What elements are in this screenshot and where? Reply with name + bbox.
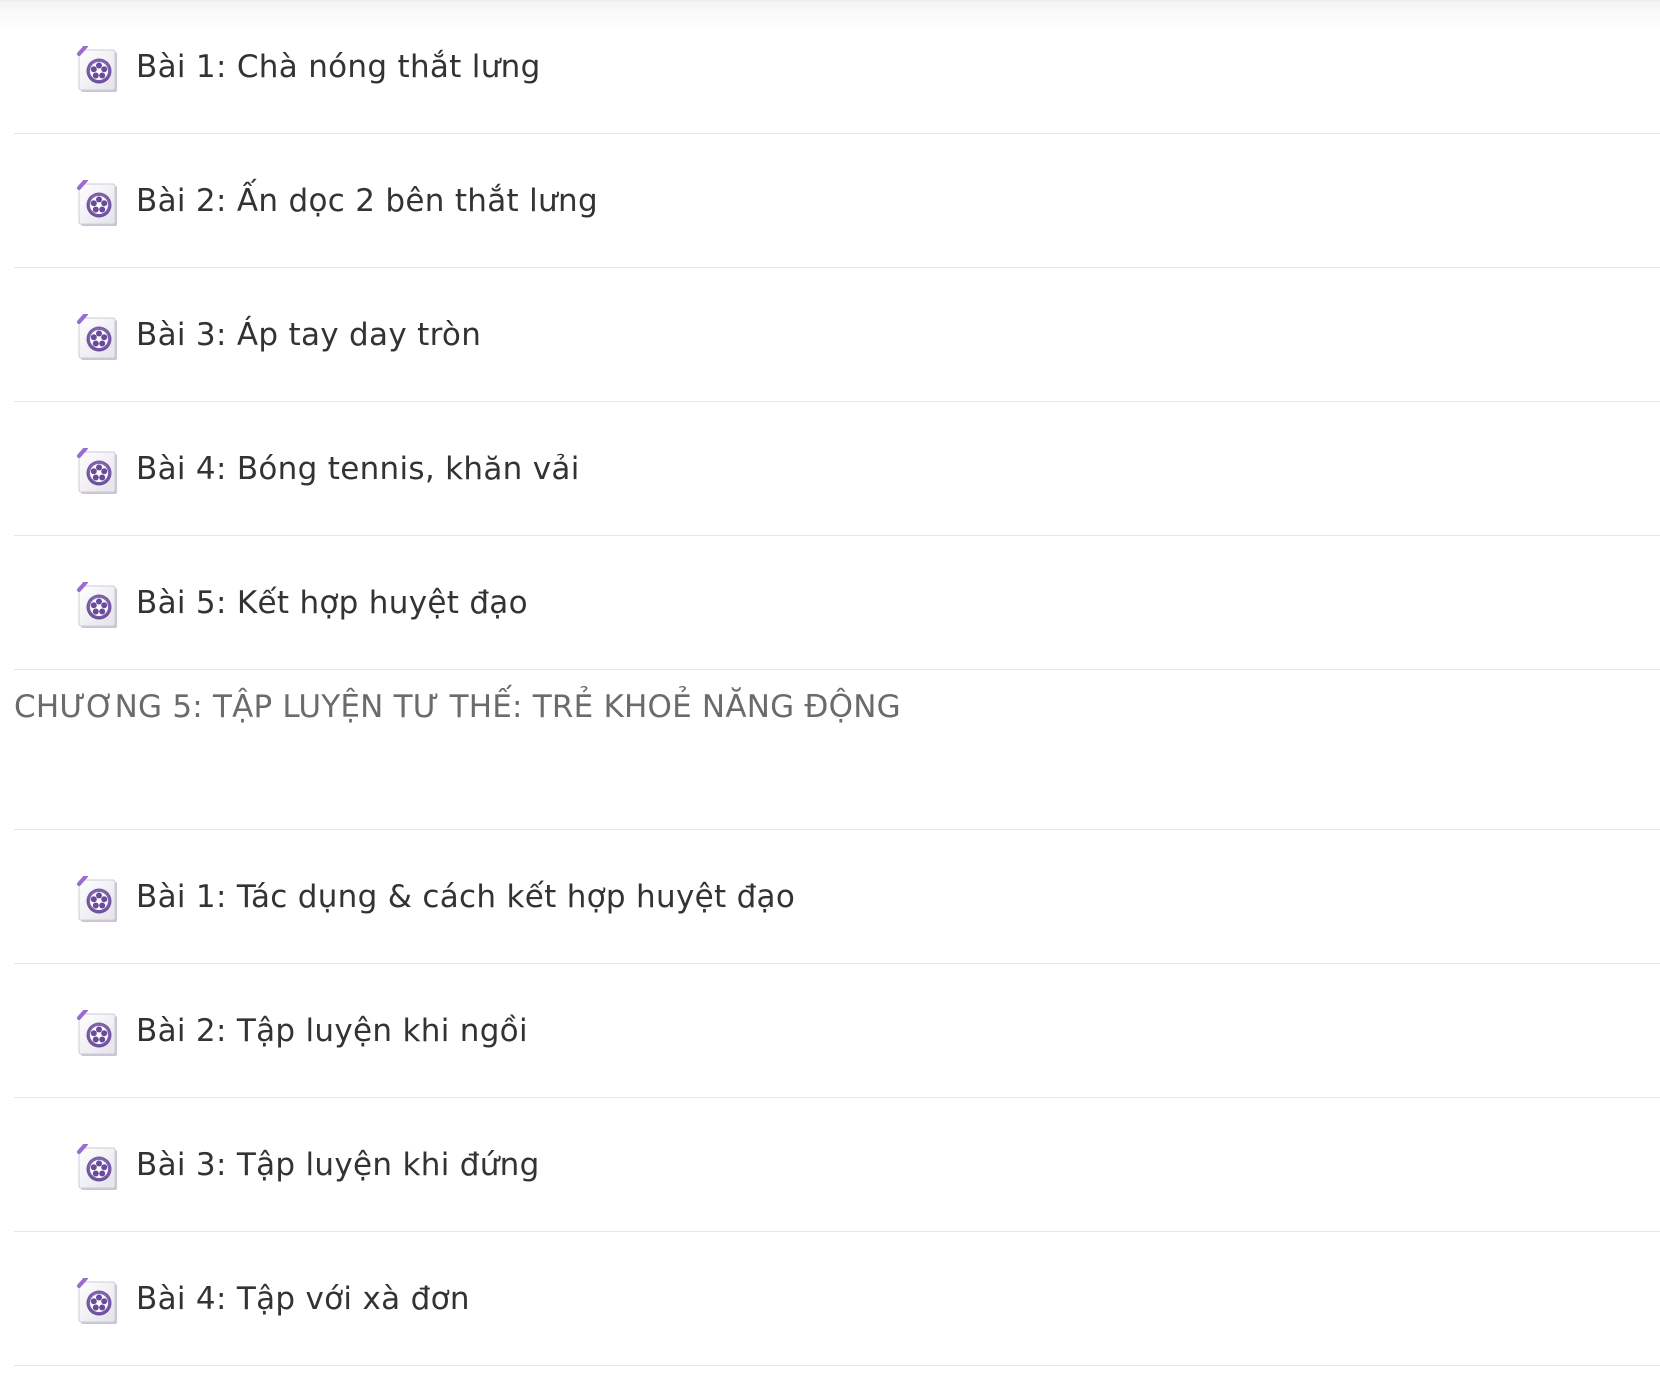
video-icon bbox=[76, 44, 122, 96]
lesson-item[interactable]: Bài 1: Chà nóng thắt lưng bbox=[14, 0, 1660, 134]
lesson-item[interactable]: Bài 2: Tập luyện khi ngồi bbox=[14, 964, 1660, 1098]
lesson-item[interactable]: Bài 5: Kết hợp huyệt đạo bbox=[14, 536, 1660, 670]
video-icon bbox=[76, 178, 122, 230]
video-icon bbox=[76, 1276, 122, 1328]
lesson-title[interactable]: Bài 5: Kết hợp huyệt đạo bbox=[136, 583, 528, 623]
course-curriculum: Bài 1: Chà nóng thắt lưng Bài 2: Ấn dọc … bbox=[14, 0, 1660, 1366]
lesson-item[interactable]: Bài 2: Ấn dọc 2 bên thắt lưng bbox=[14, 134, 1660, 268]
chapter-header[interactable]: CHƯƠNG 5: TẬP LUYỆN TƯ THẾ: TRẺ KHOẺ NĂN… bbox=[14, 670, 1660, 830]
lesson-item[interactable]: Bài 4: Tập với xà đơn bbox=[14, 1232, 1660, 1366]
video-icon bbox=[76, 312, 122, 364]
video-icon bbox=[76, 446, 122, 498]
lesson-title[interactable]: Bài 2: Ấn dọc 2 bên thắt lưng bbox=[136, 181, 598, 221]
lesson-title[interactable]: Bài 2: Tập luyện khi ngồi bbox=[136, 1011, 528, 1051]
lesson-item[interactable]: Bài 3: Tập luyện khi đứng bbox=[14, 1098, 1660, 1232]
video-icon bbox=[76, 874, 122, 926]
video-icon bbox=[76, 1008, 122, 1060]
lesson-item[interactable]: Bài 4: Bóng tennis, khăn vải bbox=[14, 402, 1660, 536]
lesson-title[interactable]: Bài 1: Tác dụng & cách kết hợp huyệt đạo bbox=[136, 877, 795, 917]
chapter-title: CHƯƠNG 5: TẬP LUYỆN TƯ THẾ: TRẺ KHOẺ NĂN… bbox=[14, 689, 901, 725]
video-icon bbox=[76, 580, 122, 632]
lesson-title[interactable]: Bài 4: Bóng tennis, khăn vải bbox=[136, 449, 580, 489]
video-icon bbox=[76, 1142, 122, 1194]
lesson-item[interactable]: Bài 3: Áp tay day tròn bbox=[14, 268, 1660, 402]
lesson-title[interactable]: Bài 1: Chà nóng thắt lưng bbox=[136, 47, 541, 87]
lesson-title[interactable]: Bài 3: Áp tay day tròn bbox=[136, 315, 481, 355]
lesson-title[interactable]: Bài 4: Tập với xà đơn bbox=[136, 1279, 470, 1319]
lesson-item[interactable]: Bài 1: Tác dụng & cách kết hợp huyệt đạo bbox=[14, 830, 1660, 964]
lesson-title[interactable]: Bài 3: Tập luyện khi đứng bbox=[136, 1145, 540, 1185]
